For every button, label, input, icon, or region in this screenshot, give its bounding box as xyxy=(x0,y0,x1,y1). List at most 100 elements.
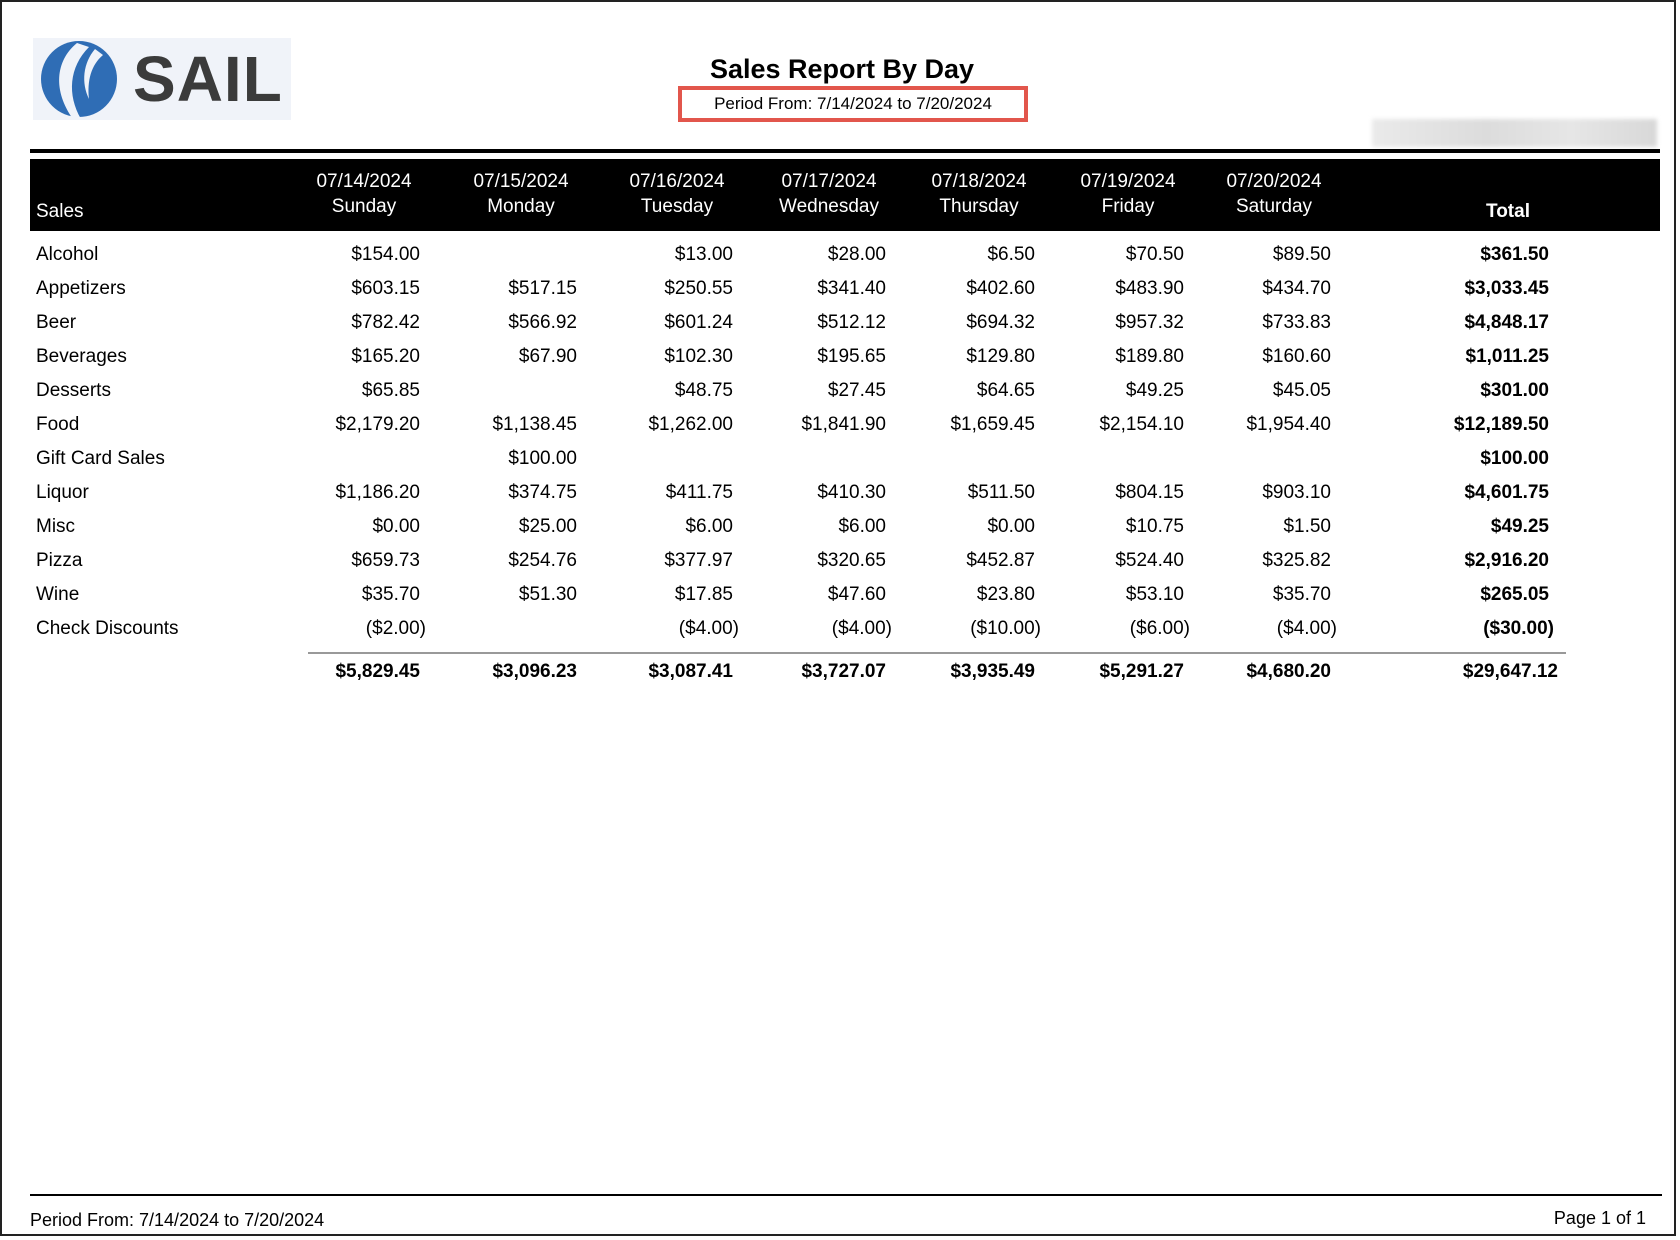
column-total: $5,291.27 xyxy=(1099,661,1184,682)
footer-period: Period From: 7/14/2024 to 7/20/2024 xyxy=(30,1210,325,1230)
table-cell: $102.30 xyxy=(664,346,733,367)
column-header-sales: Sales xyxy=(36,201,84,222)
column-header-date: 07/19/2024 xyxy=(1080,171,1176,192)
table-cell: $35.70 xyxy=(1272,584,1331,605)
table-cell: $48.75 xyxy=(674,380,733,401)
table-cell: $0.00 xyxy=(372,516,420,537)
table-cell: $6.50 xyxy=(987,244,1035,265)
table-cell: $10.75 xyxy=(1125,516,1184,537)
table-cell: ($4.00) xyxy=(678,618,739,639)
column-header-weekday: Saturday xyxy=(1235,196,1313,217)
table-cell: $2,154.10 xyxy=(1099,414,1184,435)
table-cell: ($6.00) xyxy=(1129,618,1190,639)
table-cell: $6.00 xyxy=(685,516,733,537)
column-header-weekday: Friday xyxy=(1101,196,1155,217)
footer-rule xyxy=(30,1194,1662,1196)
row-label: Check Discounts xyxy=(36,618,179,639)
column-header-date: 07/16/2024 xyxy=(629,171,725,192)
table-header: Sales 07/14/2024 Sunday 07/15/2024 Monday 07… xyxy=(30,159,1660,231)
column-header-date: 07/20/2024 xyxy=(1226,171,1322,192)
row-total: $1,011.25 xyxy=(1465,346,1549,367)
row-label: Alcohol xyxy=(36,244,99,265)
table-cell: ($4.00) xyxy=(831,618,892,639)
redacted-field xyxy=(1372,119,1657,147)
table-cell: $452.87 xyxy=(966,550,1035,571)
table-cell: $6.00 xyxy=(838,516,886,537)
table-cell: $129.80 xyxy=(966,346,1035,367)
table-cell: $23.80 xyxy=(976,584,1035,605)
table-row: Beverages $165.20 $67.90 $102.30 $195.65 $129… xyxy=(2,346,1680,380)
row-total: $2,916.20 xyxy=(1464,550,1549,571)
table-cell: $804.15 xyxy=(1115,482,1184,503)
table-cell: $566.92 xyxy=(508,312,577,333)
table-row: Liquor $1,186.20 $374.75 $411.75 $410.30 $511… xyxy=(2,482,1680,516)
table-cell: $659.73 xyxy=(351,550,420,571)
table-cell: $49.25 xyxy=(1125,380,1184,401)
table-cell: $195.65 xyxy=(817,346,886,367)
column-header-day: 07/17/2024 Wednesday xyxy=(749,159,909,231)
column-header-weekday: Thursday xyxy=(939,196,1019,217)
table-cell: $402.60 xyxy=(966,278,1035,299)
row-total: $4,848.17 xyxy=(1464,312,1549,333)
table-cell: $2,179.20 xyxy=(335,414,420,435)
table-cell: $1,659.45 xyxy=(950,414,1035,435)
table-cell: $733.83 xyxy=(1262,312,1331,333)
table-row: Check Discounts ($2.00) ($4.00) ($4.00) ($10… xyxy=(2,618,1680,652)
table-cell: $483.90 xyxy=(1115,278,1184,299)
table-cell: $434.70 xyxy=(1262,278,1331,299)
table-cell: $189.80 xyxy=(1115,346,1184,367)
table-row: Wine $35.70 $51.30 $17.85 $47.60 $23.80 $53.10… xyxy=(2,584,1680,618)
column-header-day: 07/16/2024 Tuesday xyxy=(597,159,757,231)
table-row: Misc $0.00 $25.00 $6.00 $6.00 $0.00 $10.75 $1.5… xyxy=(2,516,1680,550)
table-cell: $53.10 xyxy=(1125,584,1184,605)
table-cell: $51.30 xyxy=(518,584,577,605)
row-label: Wine xyxy=(36,584,80,605)
sail-logo-icon xyxy=(41,41,117,119)
table-cell: $27.45 xyxy=(827,380,886,401)
column-header-date: 07/15/2024 xyxy=(473,171,569,192)
table-cell: $254.76 xyxy=(508,550,577,571)
column-total: $3,727.07 xyxy=(801,661,886,682)
column-total: $4,680.20 xyxy=(1246,661,1331,682)
table-cell: $154.00 xyxy=(351,244,420,265)
table-cell: $47.60 xyxy=(827,584,886,605)
table-cell: $374.75 xyxy=(508,482,577,503)
table-cell: $320.65 xyxy=(817,550,886,571)
table-cell: $0.00 xyxy=(987,516,1035,537)
table-cell: $70.50 xyxy=(1125,244,1184,265)
column-header-weekday: Monday xyxy=(487,196,555,217)
row-label: Liquor xyxy=(36,482,89,503)
table-cell: $17.85 xyxy=(674,584,733,605)
table-cell: $601.24 xyxy=(664,312,733,333)
column-total: $3,935.49 xyxy=(950,661,1035,682)
table-cell: $1,262.00 xyxy=(648,414,733,435)
report-page: SAIL Sales Report By Day Period From: 7/… xyxy=(0,0,1676,1236)
column-header-weekday: Tuesday xyxy=(640,196,714,217)
table-cell: $517.15 xyxy=(508,278,577,299)
column-header-date: 07/14/2024 xyxy=(316,171,412,192)
row-label: Desserts xyxy=(36,380,111,401)
row-label: Beverages xyxy=(36,346,127,367)
table-cell: $1,138.45 xyxy=(492,414,577,435)
column-header-day: 07/15/2024 Monday xyxy=(441,159,601,231)
table-cell: $250.55 xyxy=(664,278,733,299)
column-total: $3,096.23 xyxy=(492,661,577,682)
table-cell: $1,186.20 xyxy=(335,482,420,503)
period-text: Period From: 7/14/2024 to 7/20/2024 xyxy=(714,94,992,113)
table-cell: $13.00 xyxy=(674,244,733,265)
column-header-weekday: Wednesday xyxy=(779,196,879,217)
totals-rule xyxy=(308,652,1566,654)
row-label: Food xyxy=(36,414,80,435)
table-cell: $603.15 xyxy=(351,278,420,299)
table-cell: $65.85 xyxy=(361,380,420,401)
column-total: $5,829.45 xyxy=(335,661,420,682)
period-highlight: Period From: 7/14/2024 to 7/20/2024 xyxy=(678,86,1028,122)
row-total: $265.05 xyxy=(1480,584,1549,605)
row-total: $361.50 xyxy=(1480,244,1549,265)
table-row: Food $2,179.20 $1,138.45 $1,262.00 $1,841.90… xyxy=(2,414,1680,448)
column-header-day: 07/18/2024 Thursday xyxy=(899,159,1059,231)
table-cell: $524.40 xyxy=(1115,550,1184,571)
company-logo: SAIL xyxy=(33,38,291,120)
table-row: Gift Card Sales $100.00 $100.00 xyxy=(2,448,1680,482)
row-label: Pizza xyxy=(36,550,83,571)
